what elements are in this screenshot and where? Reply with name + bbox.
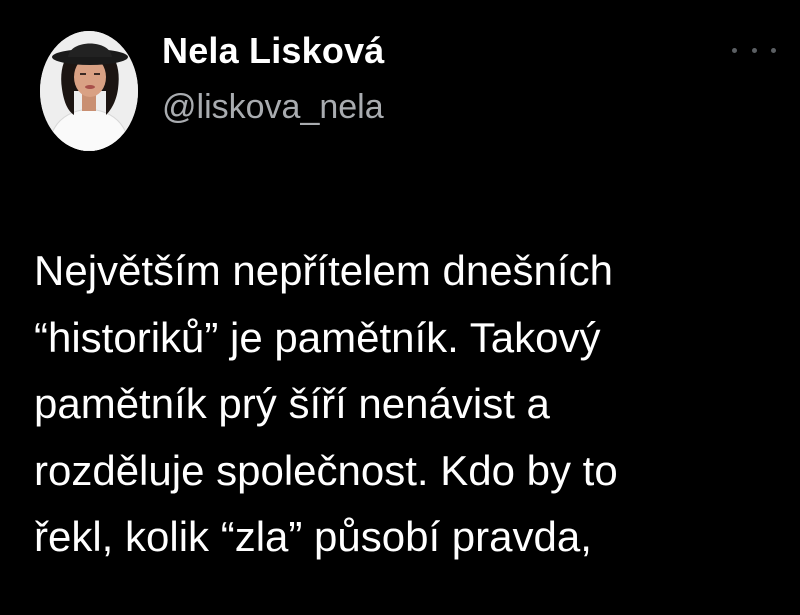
author-display-name[interactable]: Nela Lisková (162, 30, 385, 72)
tweet-text-line: pamětník prý šíří nenávist a (34, 380, 550, 427)
tweet-card: Nela Lisková @liskova_nela Největším nep… (0, 0, 800, 615)
avatar-photo (40, 31, 138, 151)
tweet-text-line: řekl, kolik “zla” působí pravda, (34, 513, 592, 560)
tweet-text-line: rozděluje společnost. Kdo by to (34, 446, 618, 494)
tweet-text: Největším nepřítelem dnešních “historiků… (34, 238, 794, 571)
more-options-icon[interactable] (732, 40, 776, 60)
more-dot (732, 47, 737, 53)
tweet-text-line: Největším nepřítelem dnešních (34, 247, 613, 294)
more-dot (751, 47, 757, 53)
tweet-text-line: “historiků” je pamětník. Takový (34, 313, 601, 361)
author-handle[interactable]: @liskova_nela (162, 88, 384, 127)
avatar[interactable] (40, 31, 138, 151)
more-dot (771, 47, 776, 53)
